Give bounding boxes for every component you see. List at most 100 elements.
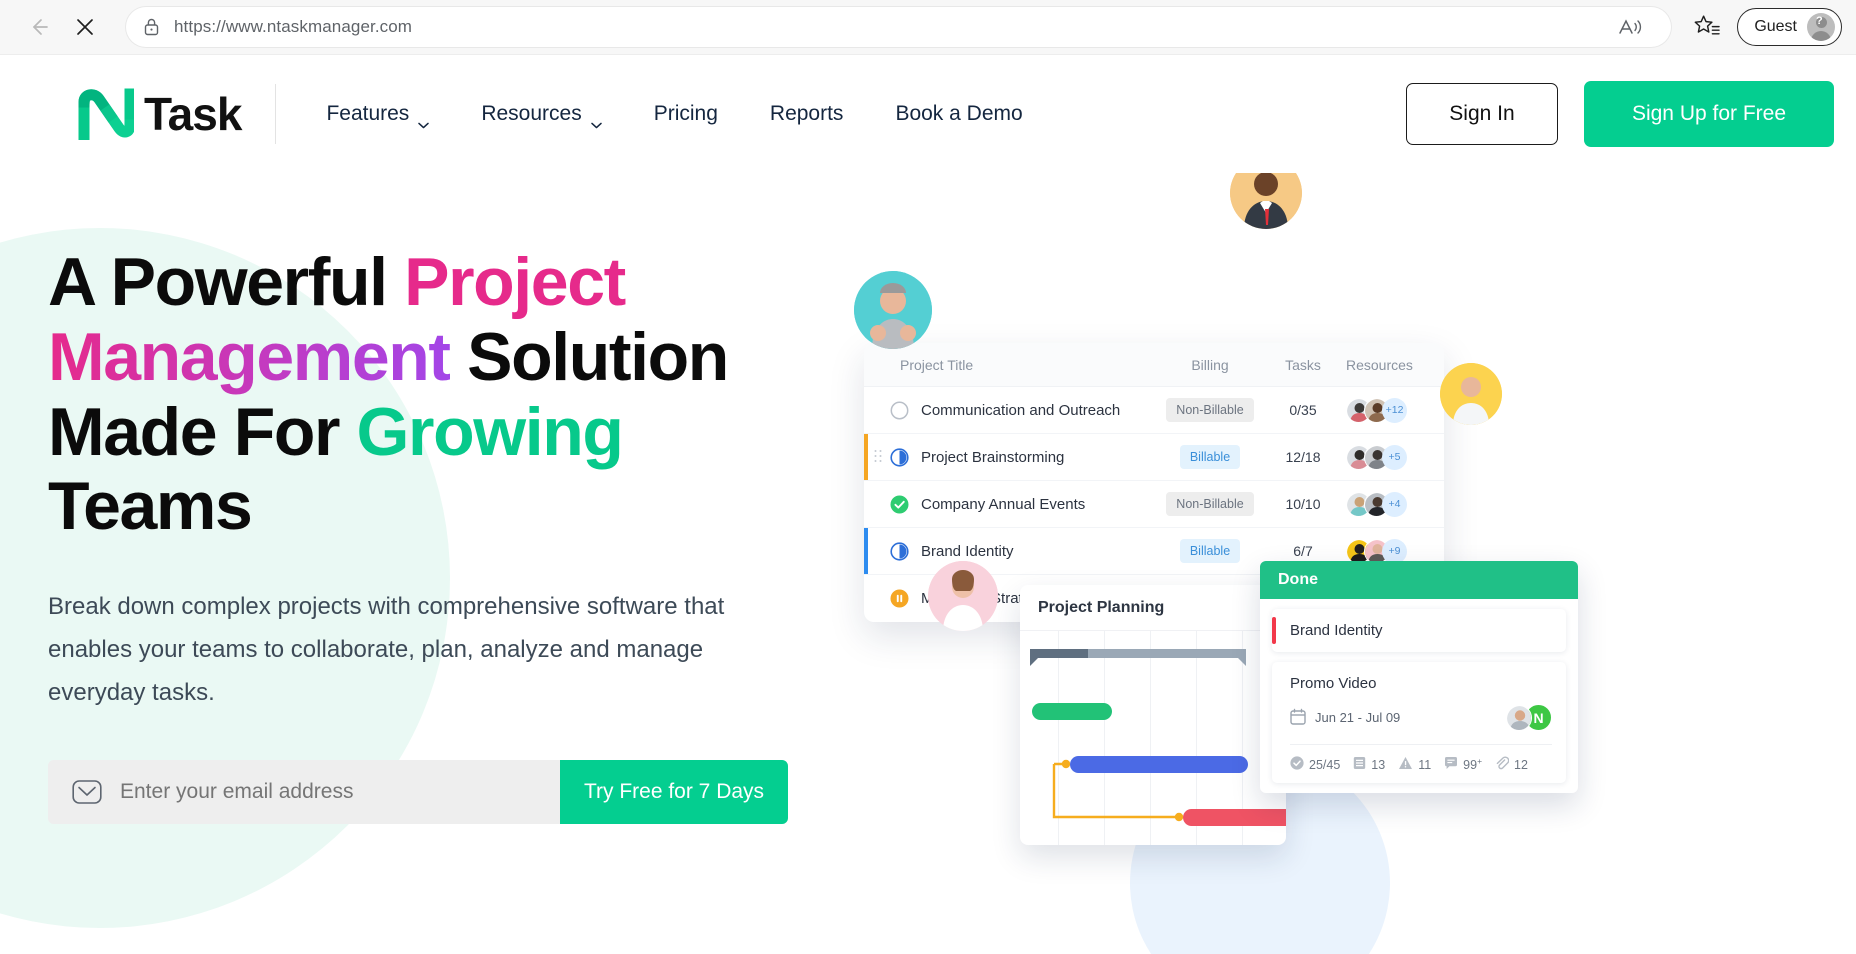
- status-badge: Non-Billable: [1166, 398, 1254, 422]
- task-date-text: Jun 21 - Jul 09: [1315, 710, 1401, 725]
- table-row[interactable]: Communication and Outreach Non-Billable …: [864, 387, 1444, 434]
- task-title: Promo Video: [1290, 675, 1377, 692]
- tasks-cell: 6/7: [1293, 543, 1313, 559]
- extra-resources-count[interactable]: +5: [1382, 444, 1407, 470]
- headline-part-management: Management: [48, 318, 451, 395]
- sign-in-button[interactable]: Sign In: [1406, 83, 1558, 145]
- avatar-stack: +12: [1346, 397, 1407, 423]
- headline-part-made-for: Made For: [48, 393, 357, 470]
- browser-toolbar: https://www.ntaskmanager.com Guest ?: [0, 0, 1856, 55]
- extra-resources-count[interactable]: +12: [1382, 397, 1407, 423]
- logo-text: Task: [144, 88, 242, 140]
- attachment-icon: [1495, 756, 1510, 773]
- guest-avatar-icon: ?: [1807, 13, 1835, 41]
- email-field-wrapper[interactable]: [48, 760, 560, 825]
- gantt-bar-red[interactable]: [1183, 809, 1286, 826]
- stat-value: 99+: [1463, 756, 1482, 772]
- sign-up-button[interactable]: Sign Up for Free: [1584, 81, 1834, 147]
- stat-value: 12: [1514, 757, 1528, 772]
- table-header-row: Project Title Billing Tasks Resources: [864, 343, 1444, 387]
- task-accent-bar: [1272, 617, 1276, 644]
- avatar-suit-man: [1230, 173, 1302, 229]
- extra-resources-count[interactable]: +4: [1382, 491, 1407, 517]
- nav-item-resources[interactable]: Resources: [481, 102, 602, 128]
- avatar-stack: +5: [1346, 444, 1407, 470]
- gantt-bar-blue[interactable]: [1070, 756, 1248, 773]
- avatar-yellow-shirt-man: [1440, 363, 1502, 425]
- kanban-task-promo-video[interactable]: Promo Video Jun 21 - Jul 09 N 25/45 13 1…: [1272, 662, 1566, 783]
- hero-section: A Powerful Project Management Solution Mad…: [0, 173, 1856, 954]
- task-meta-row: Jun 21 - Jul 09 N: [1290, 704, 1552, 731]
- tasks-cell: 12/18: [1285, 449, 1321, 465]
- project-title-text: Company Annual Events: [921, 495, 1086, 513]
- page-title: A Powerful Project Management Solution Mad…: [48, 245, 908, 544]
- kanban-done-card: Done Brand Identity Promo Video Jun 21 -…: [1260, 561, 1578, 793]
- nav-item-label: Book a Demo: [895, 102, 1023, 125]
- chevron-down-icon: [418, 111, 430, 128]
- lock-icon: [140, 16, 162, 38]
- nav-item-reports[interactable]: Reports: [770, 102, 844, 126]
- billing-cell: Non-Billable: [1154, 398, 1266, 422]
- stop-loading-button[interactable]: [62, 4, 108, 50]
- resources-cell: +5: [1340, 444, 1440, 470]
- collections-button[interactable]: [1685, 5, 1729, 49]
- chevron-down-icon: [590, 111, 602, 128]
- status-badge: Billable: [1179, 445, 1241, 469]
- project-title-text: Brand Identity: [921, 542, 1014, 560]
- status-badge: Billable: [1179, 539, 1241, 563]
- stat-issues: 11: [1398, 756, 1431, 773]
- hero-illustration: Project Title Billing Tasks Resources Co…: [854, 173, 1856, 954]
- resources-cell: +4: [1340, 491, 1440, 517]
- profile-button[interactable]: Guest ?: [1737, 8, 1842, 46]
- back-button[interactable]: [16, 4, 62, 50]
- column-header-billing: Billing: [1191, 356, 1229, 373]
- tasks-cell: 10/10: [1285, 496, 1321, 512]
- nav-divider: [275, 84, 277, 144]
- project-title-text: Project Brainstorming: [921, 448, 1065, 466]
- nav-actions: Sign In Sign Up for Free: [1406, 81, 1834, 147]
- kanban-task-brand-identity[interactable]: Brand Identity: [1272, 609, 1566, 652]
- email-input[interactable]: [120, 780, 560, 805]
- stat-subtasks: 25/45: [1290, 756, 1340, 773]
- nav-item-pricing[interactable]: Pricing: [654, 102, 718, 126]
- avatar: [1506, 704, 1532, 731]
- stat-value: 25/45: [1309, 757, 1341, 772]
- site-navbar: Task Features Resources Pricing Reports …: [0, 55, 1856, 173]
- nav-item-features[interactable]: Features: [326, 102, 430, 128]
- headline-part-solution: Solution: [449, 318, 729, 395]
- nav-links: Features Resources Pricing Reports Book …: [326, 102, 1074, 128]
- tasks-cell: 0/35: [1289, 402, 1317, 418]
- gantt-chart: [1020, 631, 1286, 845]
- nav-item-label: Pricing: [653, 102, 718, 125]
- nav-item-book-a-demo[interactable]: Book a Demo: [895, 102, 1022, 126]
- kanban-column-title: Done: [1260, 561, 1578, 599]
- address-bar[interactable]: https://www.ntaskmanager.com: [126, 7, 1672, 47]
- task-assignees[interactable]: N: [1506, 704, 1552, 731]
- billing-cell: Non-Billable: [1154, 492, 1266, 516]
- hero-copy: A Powerful Project Management Solution Mad…: [48, 245, 908, 825]
- headline-part-plain: A Powerful: [48, 244, 405, 320]
- comment-icon: [1444, 756, 1458, 773]
- nav-item-label: Resources: [481, 102, 582, 125]
- nav-item-label: Reports: [769, 102, 844, 125]
- headline-part-growing: Growing: [356, 393, 624, 470]
- checklist-icon: [1353, 756, 1366, 773]
- logo[interactable]: Task: [78, 88, 242, 142]
- resources-cell: +9: [1340, 538, 1440, 564]
- headline-part-teams: Teams: [48, 468, 253, 545]
- email-signup-form: Try Free for 7 Days: [48, 760, 788, 825]
- resources-cell: +12: [1340, 397, 1440, 423]
- calendar-icon: [1290, 708, 1306, 728]
- column-header-tasks: Tasks: [1285, 356, 1321, 373]
- extra-resources-count[interactable]: +9: [1382, 538, 1407, 564]
- profile-label: Guest: [1754, 18, 1797, 35]
- table-row[interactable]: Company Annual Events Non-Billable 10/10…: [864, 481, 1444, 528]
- stat-value: 11: [1418, 757, 1432, 772]
- column-header-resources: Resources: [1346, 356, 1413, 373]
- url-text: https://www.ntaskmanager.com: [174, 17, 413, 36]
- read-aloud-icon[interactable]: [1611, 7, 1651, 47]
- gantt-card-title: Project Planning: [1020, 585, 1286, 631]
- try-free-button[interactable]: Try Free for 7 Days: [560, 760, 788, 825]
- hero-subcopy: Break down complex projects with compreh…: [48, 593, 725, 706]
- table-row[interactable]: Project Brainstorming Billable 12/18 +5: [864, 434, 1444, 481]
